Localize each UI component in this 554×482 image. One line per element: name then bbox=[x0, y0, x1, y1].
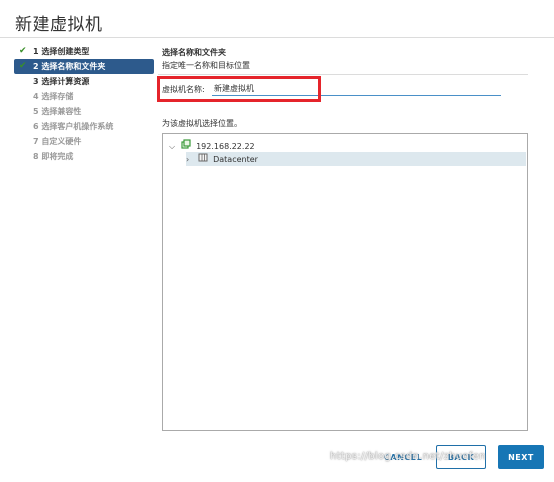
step-4: 4 选择存储 bbox=[14, 89, 154, 104]
step-label: 4 选择存储 bbox=[33, 92, 74, 101]
dialog-title: 新建虚拟机 bbox=[15, 15, 103, 35]
step-6: 6 选择客户机操作系统 bbox=[14, 119, 154, 134]
step-2[interactable]: ✔ 2 选择名称和文件夹 bbox=[14, 59, 154, 74]
location-label: 为该虚拟机选择位置。 bbox=[162, 119, 242, 128]
step-label: 5 选择兼容性 bbox=[33, 107, 82, 116]
next-button[interactable]: NEXT bbox=[498, 445, 544, 469]
datacenter-icon bbox=[198, 152, 208, 167]
step-label: 7 自定义硬件 bbox=[33, 137, 82, 146]
step-label: 6 选择客户机操作系统 bbox=[33, 122, 114, 131]
tree-node-label: Datacenter bbox=[213, 155, 258, 164]
step-label: 1 选择创建类型 bbox=[33, 47, 90, 56]
step-label: 8 即将完成 bbox=[33, 152, 74, 161]
tree-node-datacenter[interactable]: › Datacenter bbox=[186, 152, 526, 166]
tree-node-host[interactable]: ⌵ 192.168.22.22 bbox=[169, 139, 255, 153]
watermark-text: https://blog.csdn.net/zhuofen bbox=[330, 451, 486, 462]
chevron-right-icon[interactable]: › bbox=[186, 153, 195, 167]
vm-name-input[interactable] bbox=[212, 81, 501, 96]
vm-name-label: 虚拟机名称: bbox=[162, 85, 205, 94]
step-8: 8 即将完成 bbox=[14, 149, 154, 164]
chevron-down-icon[interactable]: ⌵ bbox=[169, 140, 178, 154]
checkmark-icon: ✔ bbox=[19, 61, 27, 71]
checkmark-icon: ✔ bbox=[19, 46, 27, 56]
step-label: 2 选择名称和文件夹 bbox=[33, 62, 106, 71]
step-label: 3 选择计算资源 bbox=[33, 77, 90, 86]
step-7: 7 自定义硬件 bbox=[14, 134, 154, 149]
step-5: 5 选择兼容性 bbox=[14, 104, 154, 119]
title-divider bbox=[0, 37, 554, 38]
tree-node-label: 192.168.22.22 bbox=[196, 142, 255, 151]
section-divider bbox=[158, 74, 528, 75]
step-1[interactable]: ✔ 1 选择创建类型 bbox=[14, 44, 154, 59]
step-list: ✔ 1 选择创建类型 ✔ 2 选择名称和文件夹 3 选择计算资源 4 选择存储 … bbox=[14, 44, 154, 164]
content-heading: 选择名称和文件夹 bbox=[162, 48, 226, 57]
content-subheading: 指定唯一名称和目标位置 bbox=[162, 61, 250, 70]
step-3[interactable]: 3 选择计算资源 bbox=[14, 74, 154, 89]
location-tree: ⌵ 192.168.22.22 › Datacenter bbox=[162, 133, 528, 431]
